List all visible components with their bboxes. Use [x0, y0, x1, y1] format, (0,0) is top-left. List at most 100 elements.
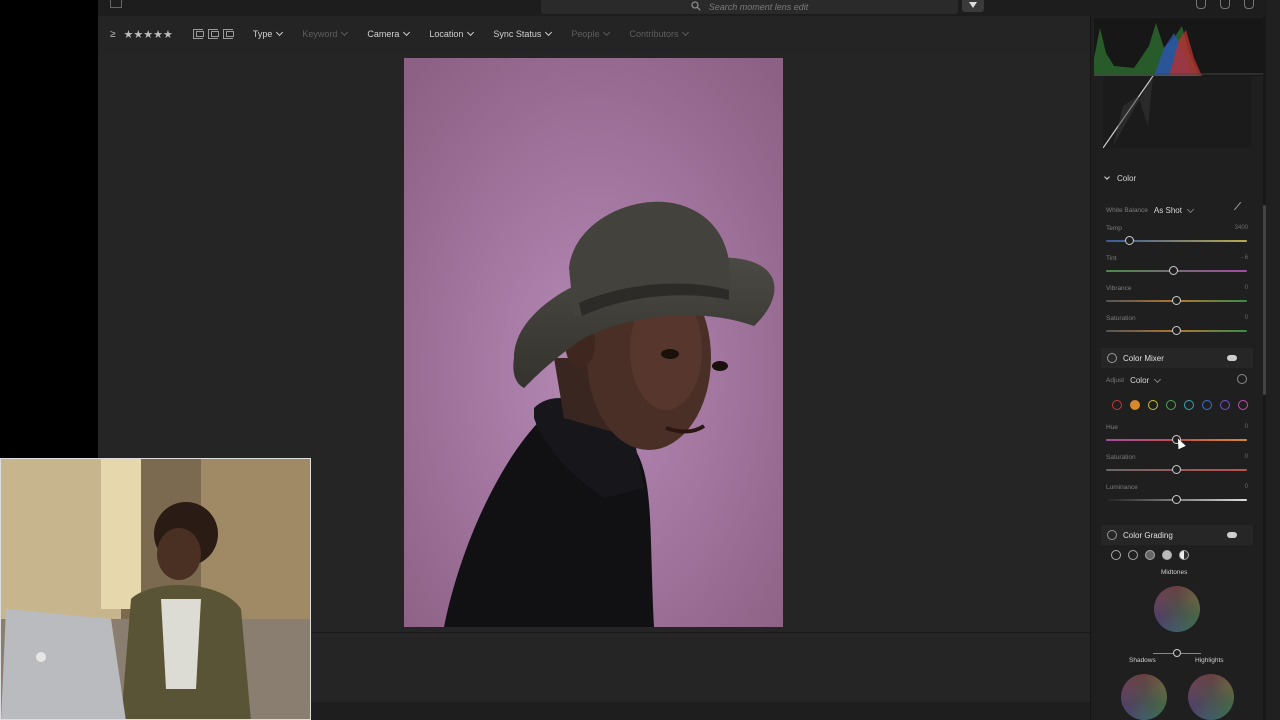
color-section-title: Color — [1117, 174, 1137, 183]
tint-label: Tint — [1106, 255, 1117, 262]
shadows-color-wheel[interactable] — [1121, 674, 1167, 720]
midtones-mode-icon[interactable] — [1145, 550, 1155, 560]
flag-picked-icon[interactable] — [192, 29, 204, 39]
saturation-slider[interactable] — [1106, 326, 1247, 335]
webcam-overlay — [0, 458, 311, 720]
slider-knob[interactable] — [1173, 649, 1181, 657]
slider-knob[interactable] — [1172, 495, 1181, 504]
color-swatch[interactable] — [1148, 400, 1158, 410]
tint-slider[interactable] — [1106, 266, 1247, 275]
flag-rejected-icon[interactable] — [222, 29, 234, 39]
color-mixer-icon — [1107, 353, 1117, 363]
filter-camera[interactable]: Camera — [367, 28, 411, 39]
chevron-down-icon — [682, 28, 690, 37]
slider-knob[interactable] — [1169, 266, 1179, 275]
filter-contributors[interactable]: Contributors — [629, 28, 690, 39]
chevron-down-icon — [603, 28, 611, 37]
color-mixer-header[interactable]: Color Mixer — [1101, 348, 1253, 368]
hue-value[interactable]: 0 — [1245, 424, 1248, 430]
top-right-icons — [1196, 0, 1254, 9]
color-swatch[interactable] — [1130, 400, 1140, 410]
adjust-row[interactable]: Adjust Color — [1106, 375, 1162, 385]
panel-toggle-icon[interactable] — [110, 0, 122, 8]
mixer-saturation-value[interactable]: 0 — [1245, 454, 1248, 460]
luminance-slider[interactable] — [1106, 495, 1247, 504]
slider-knob[interactable] — [1172, 296, 1181, 305]
portrait-photo[interactable] — [404, 58, 783, 627]
temp-label: Temp — [1106, 225, 1122, 232]
notification-icon[interactable] — [1196, 0, 1206, 9]
shadows-label: Shadows — [1129, 657, 1156, 664]
color-swatch[interactable] — [1238, 400, 1248, 410]
rating-stars[interactable]: ★★★★★ — [124, 28, 173, 41]
filter-camera-label: Camera — [367, 29, 400, 39]
color-grading-header[interactable]: Color Grading — [1101, 525, 1253, 545]
filter-keyword[interactable]: Keyword — [302, 28, 349, 39]
color-swatch[interactable] — [1166, 400, 1176, 410]
temp-value[interactable]: 3400 — [1235, 225, 1248, 231]
search-input[interactable]: Search moment lens edit — [709, 2, 809, 12]
chevron-down-icon — [403, 28, 411, 37]
rating-comparator[interactable]: ≥ — [110, 29, 116, 40]
share-icon[interactable] — [1220, 0, 1230, 9]
white-balance-row[interactable]: White Balance As Shot — [1106, 205, 1194, 215]
filter-sync-status-label: Sync Status — [493, 29, 542, 39]
global-mode-icon[interactable] — [1179, 550, 1189, 560]
midtones-color-wheel[interactable] — [1154, 586, 1200, 632]
chevron-down-icon — [341, 28, 349, 37]
edit-panel: Color White Balance As Shot Temp 3400 Ti… — [1090, 16, 1264, 720]
color-swatch[interactable] — [1112, 400, 1122, 410]
temp-slider[interactable] — [1106, 236, 1247, 245]
visibility-toggle-icon[interactable] — [1227, 532, 1237, 538]
search-icon — [691, 1, 701, 13]
top-bar: Search moment lens edit — [98, 0, 1280, 16]
filter-location-label: Location — [429, 29, 464, 39]
flag-unflagged-icon[interactable] — [207, 29, 219, 39]
color-grading-icon — [1107, 530, 1117, 540]
help-icon[interactable] — [1244, 0, 1254, 9]
tint-value[interactable]: - 6 — [1241, 255, 1248, 261]
color-section-header[interactable]: Color — [1104, 174, 1137, 183]
mixer-saturation-slider[interactable] — [1106, 465, 1247, 474]
white-balance-label: White Balance — [1106, 207, 1148, 214]
luminance-label: Luminance — [1106, 484, 1138, 491]
slider-knob[interactable] — [1172, 465, 1181, 474]
filter-people[interactable]: People — [571, 28, 611, 39]
target-adjust-icon[interactable] — [1237, 374, 1247, 384]
shadows-mode-icon[interactable] — [1128, 550, 1138, 560]
filter-funnel-button[interactable] — [962, 0, 984, 12]
vibrance-slider[interactable] — [1106, 296, 1247, 305]
color-mixer-title: Color Mixer — [1123, 353, 1164, 363]
vibrance-label: Vibrance — [1106, 285, 1132, 292]
chevron-down-icon — [276, 28, 284, 37]
filter-type[interactable]: Type — [253, 28, 284, 39]
luminance-value[interactable]: 0 — [1245, 484, 1248, 490]
color-swatch[interactable] — [1184, 400, 1194, 410]
filter-location[interactable]: Location — [429, 28, 475, 39]
saturation-label: Saturation — [1106, 315, 1136, 322]
color-swatch[interactable] — [1202, 400, 1212, 410]
chevron-down-icon — [1154, 375, 1162, 383]
filter-contributors-label: Contributors — [629, 29, 679, 39]
right-tool-strip — [1266, 0, 1280, 720]
mixer-saturation-label: Saturation — [1106, 454, 1136, 461]
highlights-color-wheel[interactable] — [1188, 674, 1234, 720]
app-window: Search moment lens edit ≥ ★★★★★ Type Key… — [0, 0, 1280, 720]
adjust-value[interactable]: Color — [1130, 376, 1149, 385]
vibrance-value[interactable]: 0 — [1245, 285, 1248, 291]
white-balance-value[interactable]: As Shot — [1154, 206, 1182, 215]
slider-knob[interactable] — [1125, 236, 1135, 245]
color-swatch[interactable] — [1220, 400, 1230, 410]
saturation-value[interactable]: 0 — [1245, 315, 1248, 321]
chevron-down-icon — [545, 28, 553, 37]
slider-knob[interactable] — [1172, 326, 1181, 335]
eyedropper-icon[interactable] — [1233, 201, 1249, 217]
highlights-mode-icon[interactable] — [1162, 550, 1172, 560]
visibility-toggle-icon[interactable] — [1227, 355, 1237, 361]
search-box[interactable]: Search moment lens edit — [541, 0, 958, 14]
three-way-icon[interactable] — [1111, 550, 1121, 560]
color-grading-title: Color Grading — [1123, 530, 1173, 540]
midtones-label: Midtones — [1161, 569, 1188, 576]
tone-curve[interactable] — [1102, 75, 1251, 149]
filter-sync-status[interactable]: Sync Status — [493, 28, 553, 39]
